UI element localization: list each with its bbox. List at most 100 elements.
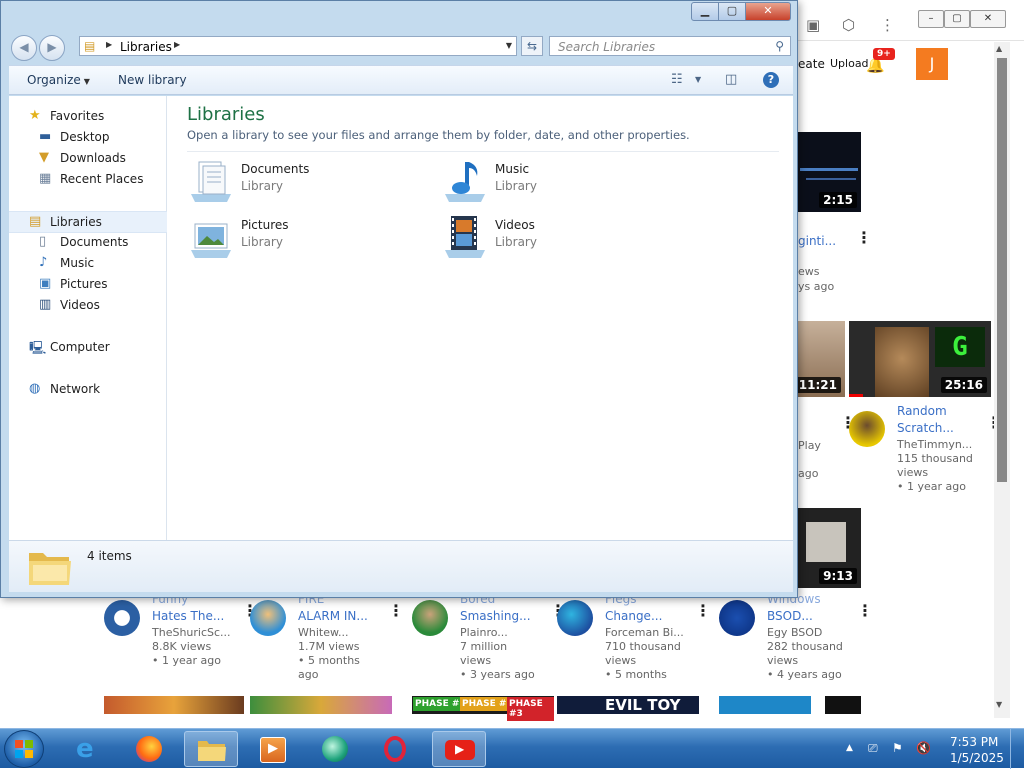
extensions-icon[interactable]: ⬡ — [842, 16, 855, 34]
video-title[interactable]: Change... — [605, 608, 662, 625]
taskbar-media-player[interactable]: ▶ — [246, 731, 300, 767]
star-icon: ★ — [29, 108, 41, 123]
address-dropdown-icon[interactable]: ▼ — [506, 41, 512, 50]
channel-avatar[interactable] — [849, 411, 885, 447]
show-desktop-button[interactable] — [1010, 729, 1024, 769]
nav-desktop[interactable]: ▬ Desktop — [9, 127, 167, 147]
view-dropdown-icon[interactable]: ▼ — [695, 75, 701, 84]
taskbar-internet-explorer[interactable]: e — [62, 731, 116, 767]
browser-maximize-button[interactable]: ▢ — [944, 10, 970, 28]
video-title[interactable]: ginti... — [798, 233, 836, 250]
library-music[interactable]: Music Library — [441, 158, 681, 208]
taskbar-opera[interactable] — [370, 731, 424, 767]
library-pictures[interactable]: Pictures Library — [187, 214, 427, 264]
upload-button[interactable]: Upload — [830, 57, 869, 70]
nav-music[interactable]: ♪ Music — [9, 253, 167, 273]
refresh-button[interactable]: ⇆ — [521, 36, 543, 56]
create-button[interactable]: eate — [798, 57, 825, 71]
video-channel[interactable]: Plainro... — [460, 626, 508, 640]
video-menu-icon[interactable]: ⋮ — [857, 601, 873, 620]
view-options-icon[interactable]: ☷ — [671, 72, 683, 87]
nav-downloads[interactable]: ▼ Downloads — [9, 148, 167, 168]
clock-time[interactable]: 7:53 PM — [950, 735, 998, 749]
channel-avatar[interactable] — [250, 600, 286, 636]
breadcrumb-libraries[interactable]: Libraries — [120, 40, 172, 54]
video-thumbnail[interactable]: EVIL TOY — [557, 696, 699, 714]
video-title[interactable]: Smashing... — [460, 608, 531, 625]
pictures-icon: ▣ — [39, 276, 52, 291]
video-title[interactable]: ALARM IN... — [298, 608, 368, 625]
channel-avatar[interactable] — [104, 600, 140, 636]
clock-date[interactable]: 1/5/2025 — [950, 751, 1004, 765]
search-input[interactable]: Search Libraries ⚲ — [549, 36, 791, 56]
back-button[interactable]: ◀ — [11, 35, 37, 61]
library-type: Library — [241, 179, 283, 193]
video-thumbnail[interactable]: 9:13 — [798, 508, 861, 588]
video-thumbnail[interactable] — [250, 696, 392, 714]
scroll-down-icon[interactable]: ▼ — [996, 700, 1002, 709]
library-videos[interactable]: Videos Library — [441, 214, 681, 264]
help-icon[interactable]: ? — [763, 72, 779, 88]
video-channel[interactable]: TheShuricSc... — [152, 626, 231, 640]
forward-button[interactable]: ▶ — [39, 35, 65, 61]
taskbar-firefox[interactable] — [122, 731, 176, 767]
breadcrumb-arrow-icon[interactable]: ▶ — [174, 40, 180, 49]
video-thumbnail[interactable]: PHASE #1 PHASE #2 PHASE #3 — [412, 696, 554, 721]
minimize-button[interactable]: ▁ — [691, 2, 719, 21]
video-channel[interactable]: Egy BSOD — [767, 626, 822, 640]
show-hidden-icons-icon[interactable]: ▲ — [846, 743, 853, 753]
close-button[interactable]: ✕ — [745, 2, 791, 21]
video-thumbnail[interactable] — [719, 696, 811, 714]
nav-documents[interactable]: ▯ Documents — [9, 232, 167, 252]
video-thumbnail[interactable] — [104, 696, 244, 714]
video-thumbnail[interactable]: G 25:16 — [849, 321, 991, 397]
nav-libraries[interactable]: ▤ Libraries — [9, 211, 167, 233]
start-button[interactable] — [4, 730, 44, 768]
volume-muted-icon[interactable]: 🔇 — [916, 741, 931, 755]
menu-dots-icon[interactable]: ⋮ — [880, 16, 895, 34]
taskbar-youtube[interactable]: ▶ — [432, 731, 486, 767]
nav-network[interactable]: ◍ Network — [9, 379, 167, 399]
taskbar-windows-explorer[interactable] — [184, 731, 238, 767]
channel-avatar[interactable] — [719, 600, 755, 636]
video-title[interactable]: Random — [897, 403, 947, 420]
browser-scrollbar-thumb[interactable] — [997, 58, 1007, 482]
new-library-button[interactable]: New library — [118, 73, 187, 87]
channel-avatar[interactable] — [557, 600, 593, 636]
address-bar[interactable]: ▤ ▶ Libraries ▶ ▼ — [79, 36, 517, 56]
video-thumbnail[interactable] — [825, 696, 861, 714]
video-menu-icon[interactable]: ⋮ — [856, 228, 872, 247]
nav-favorites[interactable]: ★ Favorites — [9, 106, 167, 126]
nav-recent-places[interactable]: ▦ Recent Places — [9, 169, 167, 189]
taskbar-green-app[interactable] — [308, 731, 362, 767]
video-thumbnail[interactable]: 11:21 — [798, 321, 845, 397]
organize-button[interactable]: Organize ▼ — [27, 73, 90, 87]
scroll-up-icon[interactable]: ▲ — [996, 44, 1002, 53]
nav-computer[interactable]: 🖳 Computer — [9, 337, 167, 357]
preview-pane-icon[interactable]: ◫ — [725, 72, 737, 87]
library-documents[interactable]: Documents Library — [187, 158, 427, 208]
video-title[interactable]: BSOD... — [767, 608, 813, 625]
video-channel[interactable]: TheTimmyn... — [897, 438, 972, 452]
video-channel[interactable]: Forceman Bi... — [605, 626, 684, 640]
video-menu-icon[interactable]: ⋮ — [695, 601, 711, 620]
browser-minimize-button[interactable]: – — [918, 10, 944, 28]
video-menu-icon[interactable]: ⋮ — [388, 601, 404, 620]
libraries-icon: ▤ — [29, 214, 42, 229]
video-title[interactable]: Hates The... — [152, 608, 224, 625]
search-icon[interactable]: ⚲ — [775, 39, 784, 53]
breadcrumb-arrow-icon[interactable]: ▶ — [106, 40, 112, 49]
action-center-flag-icon[interactable]: ⚑ — [892, 741, 903, 755]
network-tray-icon[interactable]: ⎚ — [868, 741, 878, 756]
video-title-line2[interactable]: Scratch... — [897, 420, 954, 437]
channel-avatar[interactable] — [412, 600, 448, 636]
nav-pictures[interactable]: ▣ Pictures — [9, 274, 167, 294]
maximize-button[interactable]: ▢ — [718, 2, 746, 21]
video-channel[interactable]: Whitew... — [298, 626, 348, 640]
nav-videos[interactable]: ▥ Videos — [9, 295, 167, 315]
account-avatar[interactable]: J — [916, 48, 948, 80]
video-views: 115 thousand — [897, 452, 973, 465]
browser-tab-icon[interactable]: ▣ — [806, 16, 820, 34]
video-thumbnail[interactable]: 2:15 — [798, 132, 861, 212]
browser-close-button[interactable]: ✕ — [970, 10, 1006, 28]
